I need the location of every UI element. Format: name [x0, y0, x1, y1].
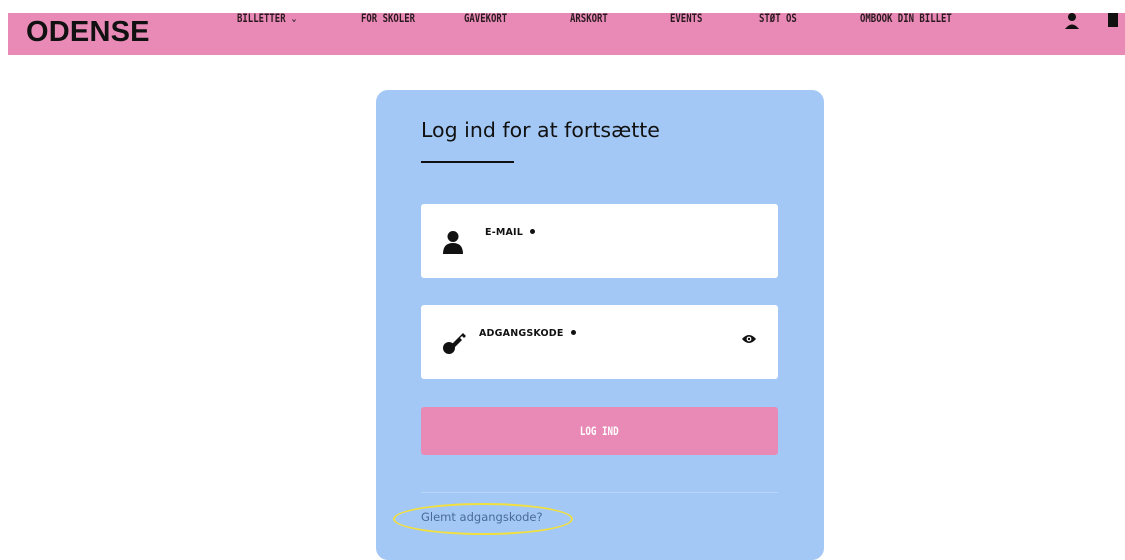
eye-icon[interactable]: [742, 334, 756, 344]
nav-item-for-skoler[interactable]: FOR SKOLER: [361, 13, 415, 28]
password-field[interactable]: ADGANGSKODE: [421, 305, 778, 379]
nav-item-gavekort[interactable]: GAVEKORT: [464, 13, 507, 28]
site-logo[interactable]: ODENSE: [26, 16, 150, 49]
login-button[interactable]: LOG IND: [421, 407, 778, 455]
nav-item-label: BILLETTER: [237, 13, 286, 25]
login-card: Log ind for at fortsætte E-MAIL ADGANGSK…: [376, 90, 824, 560]
site-header: ODENSE BILLETTER ⌄ FOR SKOLER GAVEKORT ÅR…: [8, 13, 1125, 55]
user-icon: [443, 231, 463, 254]
email-input[interactable]: [485, 244, 745, 266]
nav-item-events[interactable]: EVENTS: [670, 13, 702, 28]
user-icon[interactable]: [1065, 13, 1079, 29]
password-label: ADGANGSKODE: [479, 328, 576, 339]
title-underline: [421, 161, 514, 163]
required-dot-icon: [530, 229, 536, 234]
login-button-label: LOG IND: [580, 424, 619, 438]
nav-item-stoet-os[interactable]: STØT OS: [759, 13, 797, 28]
bag-icon[interactable]: [1107, 13, 1119, 29]
nav-item-aarskort[interactable]: ÅRSKORT: [570, 13, 608, 28]
chevron-down-icon: ⌄: [290, 13, 298, 25]
forgot-password-link[interactable]: Glemt adgangskode?: [421, 510, 543, 524]
key-icon: [443, 333, 466, 354]
password-input[interactable]: [479, 345, 729, 367]
divider: [421, 492, 778, 493]
email-field[interactable]: E-MAIL: [421, 204, 778, 278]
email-label: E-MAIL: [485, 227, 536, 238]
nav-item-billetter[interactable]: BILLETTER ⌄: [237, 13, 298, 28]
login-title: Log ind for at fortsætte: [421, 118, 660, 142]
nav-item-ombook[interactable]: OMBOOK DIN BILLET: [860, 13, 952, 28]
required-dot-icon: [570, 330, 576, 335]
